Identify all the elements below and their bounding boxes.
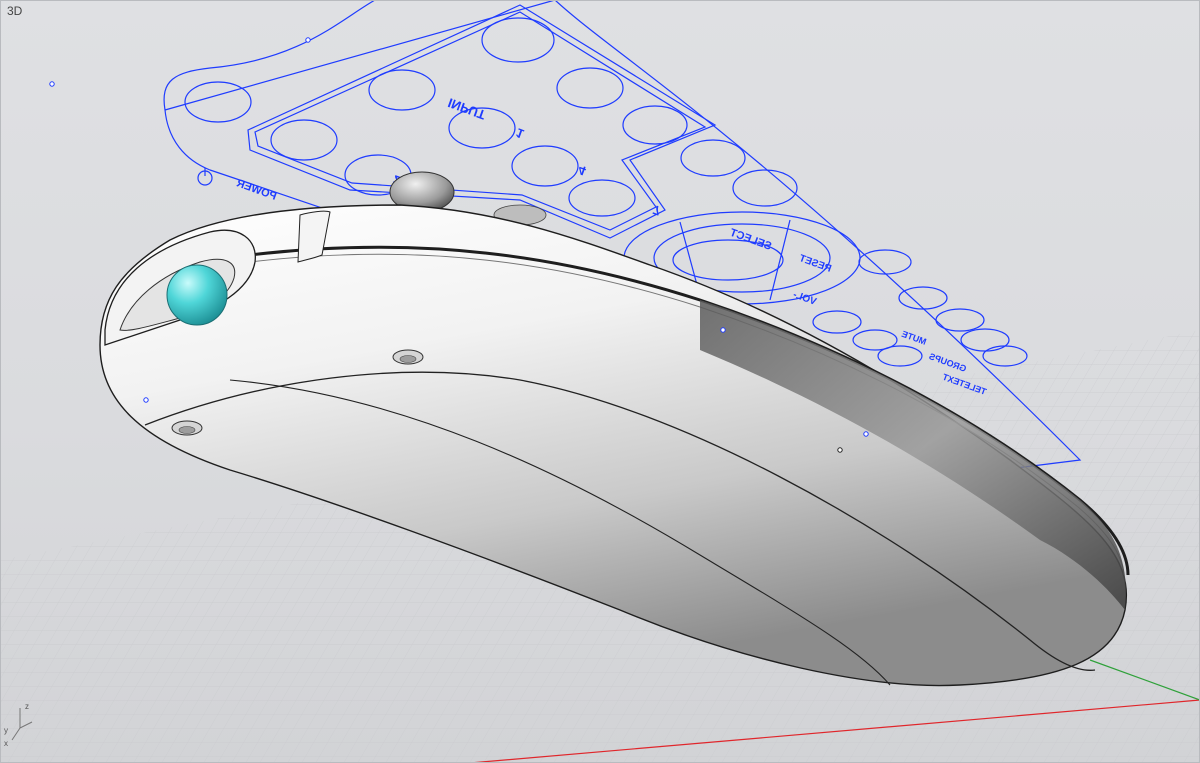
control-point[interactable] xyxy=(305,37,311,43)
button-outline[interactable] xyxy=(935,308,985,332)
button-outline[interactable] xyxy=(368,69,436,111)
control-point[interactable] xyxy=(49,81,55,87)
button-outline[interactable] xyxy=(270,119,338,161)
label-vol: VOL- xyxy=(792,289,818,308)
viewport-title[interactable]: 3D xyxy=(7,4,22,18)
label-digit-7: 7 xyxy=(651,202,663,219)
scene-canvas[interactable]: POWER INPUT 1 4 7 2 SELECT RESET VOL- MU… xyxy=(0,0,1200,763)
control-point[interactable] xyxy=(143,397,149,403)
3d-viewport[interactable]: POWER INPUT 1 4 7 2 SELECT RESET VOL- MU… xyxy=(0,0,1200,763)
button-outline[interactable] xyxy=(982,345,1028,367)
control-point[interactable] xyxy=(720,327,726,333)
button-outline[interactable] xyxy=(511,145,579,187)
control-points[interactable] xyxy=(49,37,311,87)
label-digit-1: 1 xyxy=(514,125,526,142)
label-reset: RESET xyxy=(798,253,833,275)
button-outline[interactable] xyxy=(858,249,912,275)
label-power: POWER xyxy=(235,177,278,203)
label-groups: GROUPS xyxy=(928,351,968,374)
control-point[interactable] xyxy=(863,431,869,437)
button-outline[interactable] xyxy=(568,179,636,217)
button-outline[interactable] xyxy=(877,345,923,367)
axis-y-label: y xyxy=(4,726,8,735)
button-outline[interactable] xyxy=(898,286,948,310)
axis-z-label: z xyxy=(25,702,29,711)
axis-x-label: x xyxy=(4,739,8,748)
trackball[interactable] xyxy=(166,264,228,326)
control-point[interactable] xyxy=(837,447,843,453)
label-select: SELECT xyxy=(728,227,773,253)
button-outline[interactable] xyxy=(812,310,862,334)
button-outline[interactable] xyxy=(960,328,1010,352)
button-outline[interactable] xyxy=(556,67,624,109)
button-outline[interactable] xyxy=(680,139,746,177)
label-mute: MUTE xyxy=(900,329,927,347)
button-outline[interactable] xyxy=(481,17,555,63)
button-outline[interactable] xyxy=(622,105,688,145)
button-outline[interactable] xyxy=(732,169,798,207)
